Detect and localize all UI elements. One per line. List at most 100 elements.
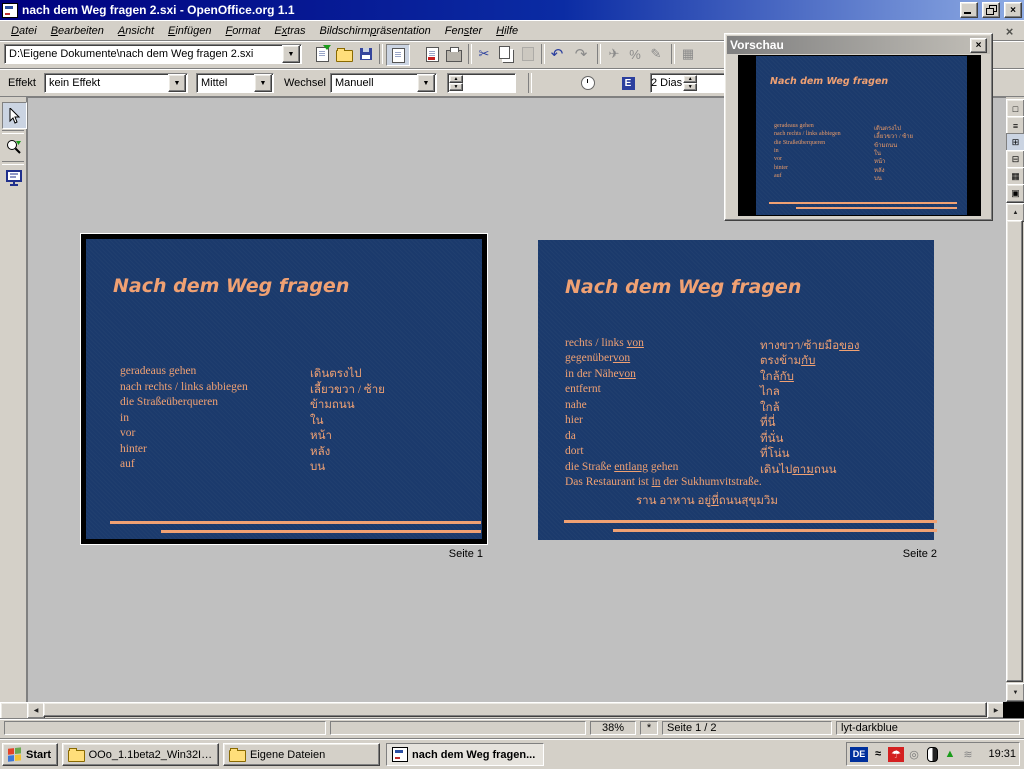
slide1-title: Nach dem Weg fragen bbox=[113, 275, 349, 297]
menu-einfuegen[interactable]: Einfügen bbox=[161, 23, 218, 39]
horizontal-scrollbar-thumb[interactable] bbox=[43, 702, 987, 717]
folder-icon bbox=[68, 750, 85, 762]
slide-footer-line bbox=[613, 529, 937, 532]
presentation-screen bbox=[6, 170, 22, 186]
dias-up-button[interactable]: ▲ bbox=[683, 75, 697, 83]
navigator-icon[interactable]: ✈ bbox=[604, 44, 624, 64]
toolbar-separator bbox=[541, 44, 545, 64]
time-up-button[interactable]: ▲ bbox=[449, 75, 463, 83]
main-toolbar bbox=[0, 97, 27, 702]
open-document-icon[interactable] bbox=[334, 44, 354, 64]
window-titlebar[interactable]: nach dem Weg fragen 2.sxi - OpenOffice.o… bbox=[0, 0, 1024, 20]
status-modified-field: * bbox=[640, 721, 658, 735]
menu-hilfe[interactable]: Hilfe bbox=[489, 23, 525, 39]
usb-eject-icon[interactable]: ▲ bbox=[942, 747, 958, 762]
preview-close-icon[interactable]: × bbox=[970, 38, 987, 53]
time-down-button[interactable]: ▼ bbox=[449, 83, 463, 91]
new-document-icon[interactable] bbox=[312, 44, 332, 64]
slide2-title: Nach dem Weg fragen bbox=[565, 276, 801, 298]
zoom-tool-icon[interactable] bbox=[2, 134, 25, 159]
effects-window-icon[interactable]: E bbox=[618, 73, 638, 93]
url-combobox[interactable]: D:\Eigene Dokumente\nach dem Weg fragen … bbox=[4, 44, 302, 64]
folder-icon bbox=[229, 750, 246, 762]
effect-dropdown-button[interactable]: ▼ bbox=[168, 74, 186, 92]
task-ooo-folder[interactable]: OOo_1.1beta2_Win32In... bbox=[62, 743, 219, 766]
vertical-scrollbar-track[interactable] bbox=[1006, 220, 1023, 682]
slides-per-row-spinner[interactable]: 2 Dias ▲ ▼ bbox=[650, 73, 730, 93]
menu-format[interactable]: Format bbox=[218, 23, 267, 39]
impress-window: nach dem Weg fragen 2.sxi - OpenOffice.o… bbox=[0, 0, 1024, 768]
menu-ansicht[interactable]: Ansicht bbox=[111, 23, 161, 39]
scrollbar-corner-gap bbox=[1003, 702, 1024, 718]
magnifier bbox=[6, 139, 22, 155]
export-pdf-icon[interactable] bbox=[422, 44, 442, 64]
minimize-button[interactable] bbox=[960, 2, 978, 18]
slide-footer-line bbox=[769, 202, 957, 204]
menu-datei[interactable]: Datei bbox=[4, 23, 44, 39]
restore-button[interactable] bbox=[982, 2, 1000, 18]
paste-icon[interactable] bbox=[518, 44, 538, 64]
status-zoom-field[interactable]: 38% bbox=[590, 721, 636, 735]
scroll-down-icon[interactable]: ▼ bbox=[1006, 683, 1024, 702]
hyperlink-icon[interactable]: ✎ bbox=[646, 44, 666, 64]
copy-icon[interactable] bbox=[496, 44, 516, 64]
url-input[interactable]: D:\Eigene Dokumente\nach dem Weg fragen … bbox=[5, 48, 281, 60]
menu-fenster[interactable]: Fenster bbox=[438, 23, 489, 39]
select-pointer-icon[interactable] bbox=[2, 102, 27, 129]
taskbar: Start OOo_1.1beta2_Win32In... Eigene Dat… bbox=[0, 738, 1024, 769]
speed-dropdown-button[interactable]: ▼ bbox=[254, 74, 272, 92]
transition-time-spinner[interactable]: ▲ ▼ bbox=[447, 73, 516, 93]
close-button[interactable]: × bbox=[1004, 2, 1022, 18]
slide-footer-line bbox=[796, 207, 957, 209]
rehearse-timings-icon[interactable] bbox=[578, 73, 598, 93]
url-dropdown-button[interactable]: ▼ bbox=[282, 45, 300, 63]
keyboard-layout-indicator[interactable]: DE bbox=[850, 747, 868, 762]
toolbar-separator bbox=[528, 73, 532, 93]
print-icon[interactable] bbox=[444, 44, 464, 64]
preview-slide-title: Nach dem Weg fragen bbox=[770, 76, 888, 87]
system-tray: DE ≈ ☂ ◎ ▲ ≋ 19:31 bbox=[846, 742, 1020, 766]
graphics-utility-icon[interactable]: ≈ bbox=[870, 747, 886, 762]
redo-icon[interactable]: ↷ bbox=[571, 44, 591, 64]
save-document-icon[interactable] bbox=[356, 44, 376, 64]
view-start-show-icon[interactable]: ▣ bbox=[1006, 184, 1024, 203]
presentation-box-icon[interactable] bbox=[2, 165, 25, 190]
edit-file-toggle[interactable] bbox=[386, 44, 410, 66]
preview-titlebar[interactable]: Vorschau × bbox=[727, 36, 990, 54]
slide-thumbnail-1[interactable]: Nach dem Weg fragen geradeaus gehenเดินต… bbox=[81, 234, 487, 544]
start-button[interactable]: Start bbox=[2, 743, 58, 766]
scheduler-icon[interactable]: ≋ bbox=[960, 747, 976, 762]
menu-bildschirmpraesentation[interactable]: Bildschirmpräsentation bbox=[313, 23, 438, 39]
slide-thumbnail-2[interactable]: Nach dem Weg fragen rechts / links vonทา… bbox=[538, 240, 934, 540]
vertical-scrollbar-thumb[interactable] bbox=[1006, 220, 1023, 682]
statusbar: 38% * Seite 1 / 2 lyt-darkblue bbox=[0, 718, 1024, 738]
task-impress-document[interactable]: nach dem Weg fragen... bbox=[386, 743, 544, 766]
menu-extras[interactable]: Extras bbox=[267, 23, 312, 39]
preview-content: Nach dem Weg fragen geradeaus gehenเดินต… bbox=[738, 55, 981, 216]
transition-combobox[interactable]: Manuell ▼ bbox=[330, 73, 437, 93]
tray-clock[interactable]: 19:31 bbox=[988, 748, 1016, 760]
document-close-icon[interactable]: × bbox=[1001, 23, 1018, 39]
transition-dropdown-button[interactable]: ▼ bbox=[417, 74, 435, 92]
toolbar-separator bbox=[671, 44, 675, 64]
speed-combobox[interactable]: Mittel ▼ bbox=[196, 73, 274, 93]
gallery-icon[interactable]: ▦ bbox=[678, 44, 698, 64]
effect-combobox[interactable]: kein Effekt ▼ bbox=[44, 73, 188, 93]
status-layout-field[interactable]: lyt-darkblue bbox=[836, 721, 1020, 735]
task-eigene-dateien[interactable]: Eigene Dateien bbox=[223, 743, 380, 766]
dias-down-button[interactable]: ▼ bbox=[683, 83, 697, 91]
impress-app-icon bbox=[2, 3, 18, 18]
status-page-field[interactable]: Seite 1 / 2 bbox=[662, 721, 832, 735]
mouse-settings-icon[interactable] bbox=[924, 747, 940, 762]
antivirus-icon[interactable]: ☂ bbox=[888, 747, 904, 762]
slide-footer-line bbox=[110, 521, 481, 524]
cut-icon[interactable]: ✂ bbox=[474, 44, 494, 64]
menu-bearbeiten[interactable]: Bearbeiten bbox=[44, 23, 111, 39]
slide-footer-line bbox=[161, 530, 481, 533]
zoom-icon[interactable]: % bbox=[625, 44, 645, 64]
preview-window[interactable]: Vorschau × Nach dem Weg fragen geradeaus… bbox=[724, 33, 993, 221]
undo-icon[interactable]: ↶ bbox=[547, 44, 567, 64]
volume-icon[interactable]: ◎ bbox=[906, 747, 922, 762]
status-position-field bbox=[330, 721, 586, 735]
horizontal-scrollbar-track[interactable] bbox=[43, 702, 987, 717]
